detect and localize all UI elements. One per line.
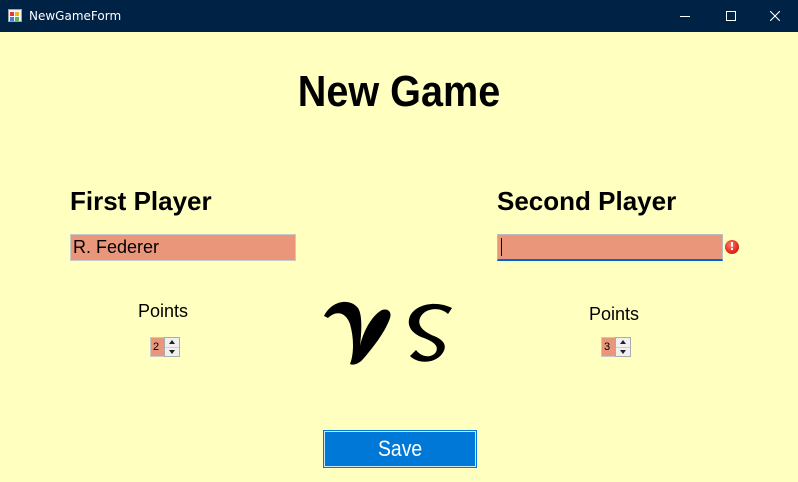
first-player-name-input[interactable]: [70, 234, 296, 261]
maximize-icon: [726, 11, 736, 21]
chevron-down-icon: [169, 349, 175, 354]
window-title: NewGameForm: [29, 9, 122, 23]
stepper-buttons: [164, 337, 180, 357]
stepper-up-button[interactable]: [165, 338, 179, 348]
stepper-buttons: [615, 337, 631, 357]
second-player-points-stepper[interactable]: 3: [601, 337, 631, 357]
stepper-down-button[interactable]: [165, 347, 179, 356]
chevron-up-icon: [620, 340, 626, 345]
close-icon: [770, 11, 780, 21]
versus-logo: [324, 301, 452, 365]
first-player-points-value[interactable]: 2: [150, 337, 164, 357]
first-player-points-stepper[interactable]: 2: [150, 337, 180, 357]
first-player-points-label: Points: [138, 301, 189, 321]
error-icon: !: [725, 240, 739, 254]
second-player-points-label: Points: [589, 304, 640, 324]
second-player-name-input[interactable]: [497, 234, 723, 261]
maximize-button[interactable]: [708, 0, 754, 32]
form-heading: New Game: [297, 67, 501, 116]
save-button[interactable]: Save: [324, 431, 476, 467]
close-button[interactable]: [752, 0, 798, 32]
stepper-up-button[interactable]: [616, 338, 630, 348]
chevron-up-icon: [169, 340, 175, 345]
window-titlebar: NewGameForm: [0, 0, 798, 32]
save-button-label: Save: [377, 436, 423, 461]
stepper-down-button[interactable]: [616, 347, 630, 356]
minimize-icon: [680, 16, 690, 17]
chevron-down-icon: [620, 349, 626, 354]
second-player-label: Second Player: [497, 186, 677, 216]
text-caret: [501, 238, 502, 256]
minimize-button[interactable]: [662, 0, 708, 32]
form-app-icon: [8, 9, 22, 22]
first-player-label: First Player: [70, 186, 212, 216]
second-player-points-value[interactable]: 3: [601, 337, 615, 357]
